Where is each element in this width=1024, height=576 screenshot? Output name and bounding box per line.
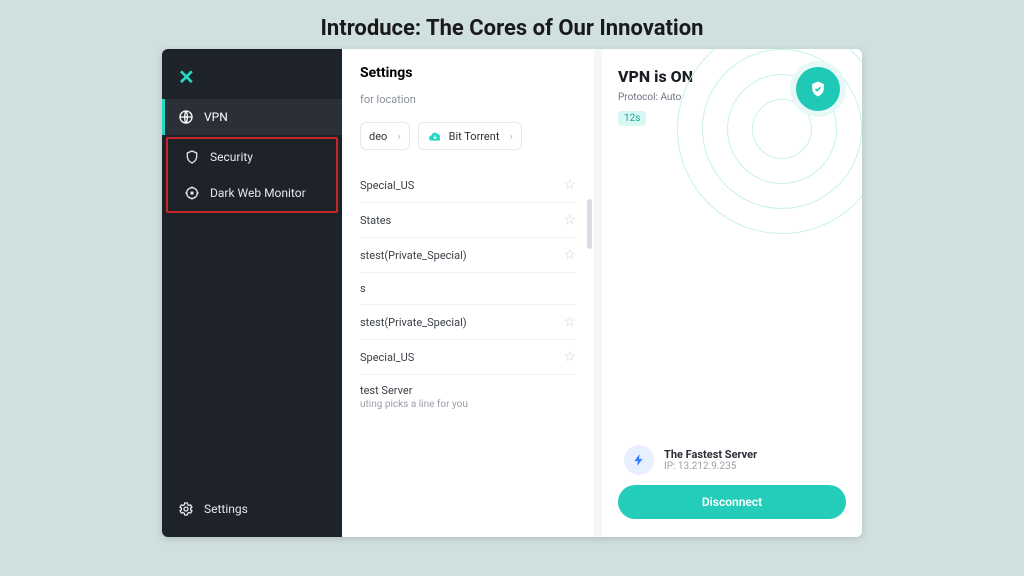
cloud-download-icon <box>427 129 443 143</box>
chip-label: deo <box>369 130 387 143</box>
sidebar-item-label: Settings <box>204 502 248 516</box>
app-window: ✕ VPN Security <box>162 49 862 537</box>
shield-check-icon <box>796 67 840 111</box>
sidebar-item-label: Security <box>210 150 253 164</box>
server-name: The Fastest Server <box>664 448 757 461</box>
chip-label: Bit Torrent <box>449 130 500 143</box>
gear-icon <box>178 501 194 517</box>
page-title: Introduce: The Cores of Our Innovation <box>0 0 1024 49</box>
sidebar-item-settings[interactable]: Settings <box>178 497 326 521</box>
bolt-icon <box>624 445 654 475</box>
list-item[interactable]: stest(Private_Special) ☆ <box>360 304 576 339</box>
server-card: The Fastest Server IP: 13.212.9.235 Disc… <box>618 435 846 519</box>
globe-icon <box>178 109 194 125</box>
list-item-label: Special_US <box>360 179 414 192</box>
list-item-label: stest(Private_Special) <box>360 316 467 329</box>
list-item-sublabel: uting picks a line for you <box>360 399 468 410</box>
location-list: Special_US ☆ States ☆ stest(Private_Specia… <box>360 168 576 419</box>
status-panel: VPN is ON Protocol: Auto 12s The Fastest… <box>602 49 862 537</box>
list-item[interactable]: Special_US ☆ <box>360 168 576 202</box>
star-icon[interactable]: ☆ <box>563 212 576 228</box>
list-item[interactable]: Special_US ☆ <box>360 339 576 374</box>
sidebar-item-vpn[interactable]: VPN <box>162 99 342 135</box>
list-item-label: stest(Private_Special) <box>360 249 467 262</box>
list-item[interactable]: s <box>360 272 576 304</box>
list-item-label: States <box>360 214 391 227</box>
star-icon[interactable]: ☆ <box>563 247 576 263</box>
sidebar-item-label: VPN <box>204 110 228 124</box>
sidebar-highlight-box: Security Dark Web Monitor <box>166 137 338 213</box>
sidebar-item-security[interactable]: Security <box>168 139 336 175</box>
target-icon <box>184 185 200 201</box>
star-icon[interactable]: ☆ <box>563 177 576 193</box>
scrollbar[interactable] <box>587 199 592 249</box>
chevron-right-icon: › <box>397 130 400 143</box>
chevron-right-icon: › <box>509 130 512 143</box>
elapsed-badge: 12s <box>618 111 646 126</box>
logo-x-icon: ✕ <box>178 65 195 89</box>
chip-video[interactable]: deo › <box>360 122 410 150</box>
list-item[interactable]: States ☆ <box>360 202 576 237</box>
sidebar-item-label: Dark Web Monitor <box>210 186 306 200</box>
list-item-label: test Server <box>360 384 468 397</box>
list-item[interactable]: test Server uting picks a line for you <box>360 374 576 419</box>
chip-bittorrent[interactable]: Bit Torrent › <box>418 122 522 150</box>
server-row[interactable]: The Fastest Server IP: 13.212.9.235 <box>618 439 846 485</box>
list-item[interactable]: stest(Private_Special) ☆ <box>360 237 576 272</box>
sidebar-item-dark-web[interactable]: Dark Web Monitor <box>168 175 336 211</box>
search-hint[interactable]: for location <box>360 93 576 106</box>
list-item-label: Special_US <box>360 351 414 364</box>
settings-panel: Settings for location deo › Bit Torrent … <box>342 49 594 537</box>
star-icon[interactable]: ☆ <box>563 349 576 365</box>
star-icon[interactable]: ☆ <box>563 314 576 330</box>
sidebar: ✕ VPN Security <box>162 49 342 537</box>
server-ip: IP: 13.212.9.235 <box>664 461 757 472</box>
sidebar-bottom: Settings <box>162 481 342 537</box>
disconnect-button[interactable]: Disconnect <box>618 485 846 519</box>
sidebar-nav: VPN Security Dark Web Monitor <box>162 99 342 481</box>
list-item-label: s <box>360 282 366 295</box>
app-logo: ✕ <box>162 49 342 99</box>
chip-row: deo › Bit Torrent › <box>360 122 576 150</box>
shield-icon <box>184 149 200 165</box>
settings-header: Settings <box>360 65 576 81</box>
